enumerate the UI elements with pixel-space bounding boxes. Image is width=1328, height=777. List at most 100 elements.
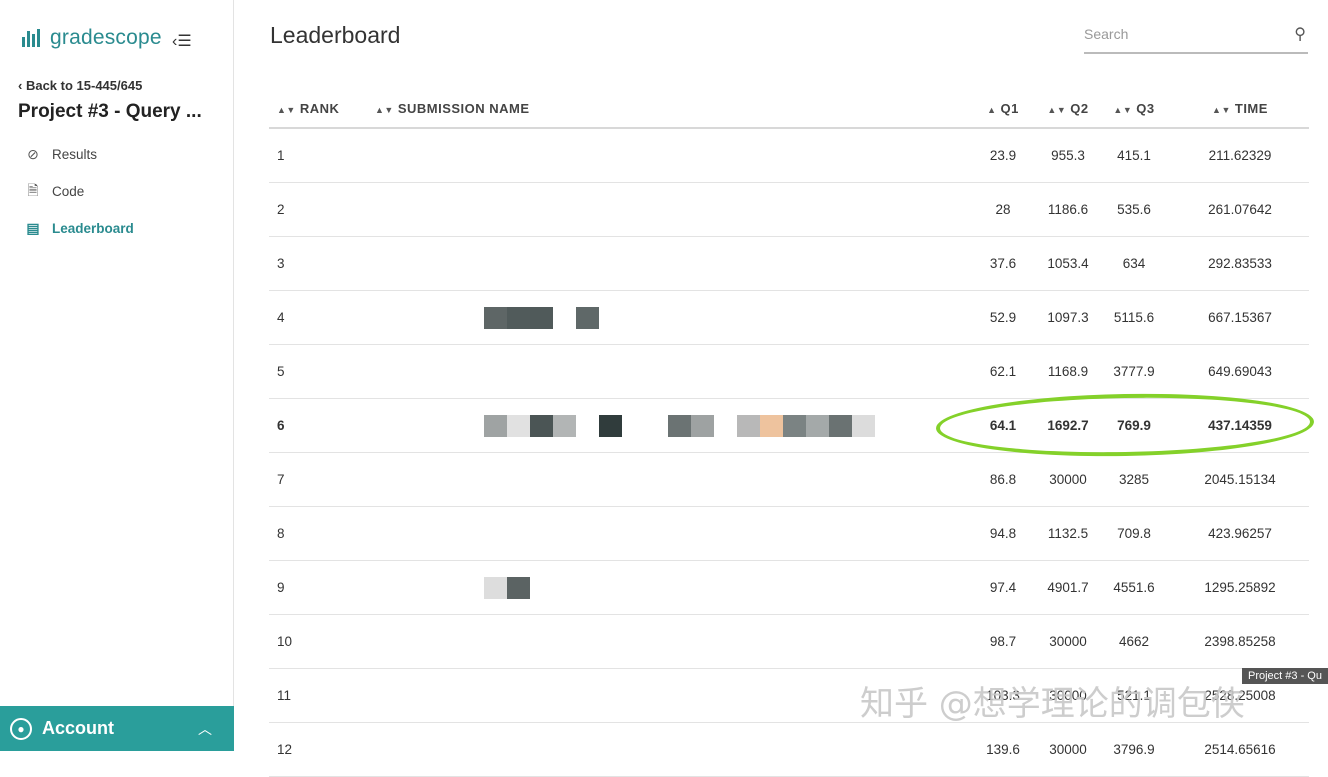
- time-cell: 292.83533: [1171, 236, 1309, 291]
- submission-name-cell: [367, 560, 967, 615]
- time-cell: 1295.25892: [1171, 560, 1309, 615]
- q1-cell: 86.8: [967, 452, 1039, 507]
- q3-cell: 415.1: [1097, 128, 1171, 183]
- q1-cell: 52.9: [967, 290, 1039, 345]
- column-header-rank[interactable]: ▲▼ RANK: [269, 90, 367, 129]
- chevron-up-icon: ︿: [198, 720, 212, 737]
- column-label: TIME: [1234, 101, 1268, 116]
- pixel-block: [783, 414, 806, 437]
- column-header-q2[interactable]: ▲▼ Q2: [1039, 90, 1097, 129]
- brand-logo[interactable]: gradescope: [22, 26, 162, 50]
- pixel-block: [714, 415, 737, 437]
- pixel-block: [829, 414, 852, 437]
- q1-cell: 37.6: [967, 236, 1039, 291]
- search-icon[interactable]: ⚲: [1294, 24, 1306, 44]
- gradescope-logo-icon: [22, 29, 40, 47]
- pixel-block: [760, 414, 783, 437]
- q2-cell: 1053.4: [1039, 236, 1097, 291]
- q3-cell: 3285: [1097, 452, 1171, 507]
- q3-cell: 4662: [1097, 614, 1171, 669]
- sidebar-item-results[interactable]: ⊘ Results: [24, 136, 134, 173]
- pixel-block: [806, 414, 829, 437]
- rank-cell: 6: [269, 398, 367, 453]
- time-cell: 423.96257: [1171, 506, 1309, 561]
- table-row[interactable]: 7 86.8 30000 3285 2045.15134: [269, 452, 1309, 507]
- q1-cell: 98.7: [967, 614, 1039, 669]
- account-button[interactable]: ● Account ︿: [0, 706, 234, 751]
- submission-name-cell: [367, 452, 967, 507]
- sidebar-item-code[interactable]: 🗎 Code: [24, 173, 134, 210]
- table-row[interactable]: 8 94.8 1132.5 709.8 423.96257: [269, 506, 1309, 561]
- pixel-block: [553, 414, 576, 437]
- q3-cell: 634: [1097, 236, 1171, 291]
- back-link-label[interactable]: Back to 15-445/645: [26, 78, 142, 93]
- column-header-submission-name[interactable]: ▲▼ SUBMISSION NAME: [367, 90, 967, 129]
- submission-name-cell: [367, 722, 967, 777]
- column-label: SUBMISSION NAME: [397, 101, 530, 116]
- time-cell: 649.69043: [1171, 344, 1309, 399]
- table-row[interactable]: 5 62.1 1168.9 3777.9 649.69043: [269, 344, 1309, 399]
- rank-cell: 1: [269, 128, 367, 183]
- sort-icon: ▲▼: [1113, 105, 1133, 115]
- q2-cell: 30000: [1039, 452, 1097, 507]
- column-header-time[interactable]: ▲▼ TIME: [1171, 90, 1309, 129]
- column-header-q1[interactable]: ▲ Q1: [967, 90, 1039, 129]
- pixel-block: [599, 414, 622, 437]
- back-link[interactable]: ‹ Back to 15-445/645: [18, 78, 142, 93]
- pixel-block: [668, 414, 691, 437]
- course-title: Project #3 - Query ...: [18, 101, 202, 122]
- time-cell: 261.07642: [1171, 182, 1309, 237]
- q2-cell: 1132.5: [1039, 506, 1097, 561]
- table-row[interactable]: 10 98.7 30000 4662 2398.85258: [269, 614, 1309, 669]
- q3-cell: 5115.6: [1097, 290, 1171, 345]
- time-cell: 2514.65616: [1171, 722, 1309, 777]
- q1-cell: 62.1: [967, 344, 1039, 399]
- rank-cell: 11: [269, 668, 367, 723]
- pixel-block: [622, 415, 645, 437]
- check-circle-icon: ⊘: [27, 146, 39, 162]
- rank-cell: 7: [269, 452, 367, 507]
- sidebar-item-label: Code: [52, 184, 85, 199]
- rank-cell: 9: [269, 560, 367, 615]
- time-cell: 2398.85258: [1171, 614, 1309, 669]
- sort-icon: ▲▼: [277, 105, 296, 115]
- sort-icon: ▲▼: [1212, 105, 1231, 115]
- rank-cell: 4: [269, 290, 367, 345]
- sort-ascending-icon: ▲: [987, 105, 997, 115]
- account-label: Account: [42, 718, 114, 738]
- pixel-block: [852, 414, 875, 437]
- code-file-icon: 🗎: [27, 181, 39, 198]
- q3-cell: 3796.9: [1097, 722, 1171, 777]
- pixel-block: [484, 414, 507, 437]
- table-row[interactable]: 9 97.4 4901.7 4551.6 1295.25892: [269, 560, 1309, 615]
- submission-name-cell: [367, 236, 967, 291]
- table-row[interactable]: 2 28 1186.6 535.6 261.07642: [269, 182, 1309, 237]
- sort-icon: ▲▼: [1047, 105, 1067, 115]
- sidebar-item-label: Results: [52, 147, 98, 162]
- pixel-block: [553, 307, 576, 329]
- q3-cell: 3777.9: [1097, 344, 1171, 399]
- q1-cell: 23.9: [967, 128, 1039, 183]
- table-row[interactable]: 3 37.6 1053.4 634 292.83533: [269, 236, 1309, 291]
- column-header-q3[interactable]: ▲▼ Q3: [1097, 90, 1171, 129]
- collapse-sidebar-icon[interactable]: ‹☰: [172, 31, 192, 51]
- time-cell: 667.15367: [1171, 290, 1309, 345]
- search-input[interactable]: [1084, 22, 1274, 46]
- table-header-row: ▲▼ RANK ▲▼ SUBMISSION NAME ▲ Q1 ▲▼ Q2 ▲▼ Q3 ▲…: [269, 90, 1309, 129]
- q2-cell: 1168.9: [1039, 344, 1097, 399]
- submission-name-cell: [367, 614, 967, 669]
- sidebar-nav: ⊘ Results 🗎 Code ▤ Leaderboard: [24, 136, 134, 247]
- search-box: ⚲: [1084, 22, 1308, 54]
- table-row[interactable]: 12 139.6 30000 3796.9 2514.65616: [269, 722, 1309, 777]
- pixel-block: [507, 306, 530, 329]
- q1-cell: 28: [967, 182, 1039, 237]
- table-row[interactable]: 1 23.9 955.3 415.1 211.62329: [269, 128, 1309, 183]
- table-row[interactable]: 4 52.9 1097.3 5115.6 667.15367: [269, 290, 1309, 345]
- time-cell: 2045.15134: [1171, 452, 1309, 507]
- submission-name-cell: [367, 344, 967, 399]
- q2-cell: 955.3: [1039, 128, 1097, 183]
- sidebar-item-leaderboard[interactable]: ▤ Leaderboard: [24, 210, 133, 247]
- rank-cell: 12: [269, 722, 367, 777]
- submission-name-cell: [367, 506, 967, 561]
- pixel-block: [484, 576, 507, 599]
